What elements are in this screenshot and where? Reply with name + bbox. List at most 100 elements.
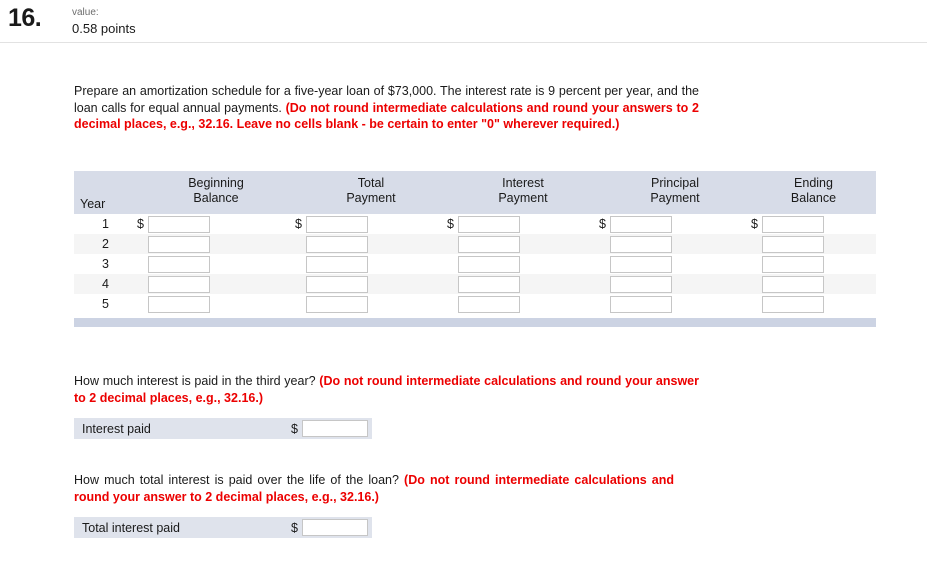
year-cell: 5 xyxy=(102,297,109,311)
value-label: value: xyxy=(72,7,99,18)
interest-paid-label: Interest paid xyxy=(82,421,151,436)
amount-cell: $ xyxy=(447,214,599,234)
amount-input[interactable] xyxy=(761,235,824,253)
amount-cell: $ xyxy=(295,234,447,254)
total-interest-paid-currency-symbol: $ xyxy=(291,520,298,535)
amount-input[interactable] xyxy=(609,235,672,253)
total-interest-paid-input[interactable] xyxy=(302,519,368,536)
amount-input[interactable] xyxy=(457,235,520,253)
amount-cell: $ xyxy=(447,294,599,314)
main-prompt: Prepare an amortization schedule for a f… xyxy=(74,83,699,133)
amount-cell: $ xyxy=(599,254,751,274)
column-header-interest-payment-line1: Interest xyxy=(502,176,544,190)
currency-symbol: $ xyxy=(295,217,302,231)
amount-cell: $ xyxy=(137,274,295,294)
amount-input[interactable] xyxy=(147,295,210,313)
amount-cell: $ xyxy=(447,234,599,254)
column-header-principal-payment: Principal Payment xyxy=(599,171,751,214)
amount-cell: $ xyxy=(751,274,876,294)
amount-cell: $ xyxy=(751,234,876,254)
table-row: 2$$$$$ xyxy=(74,234,876,254)
question-header: 16. value: 0.58 points xyxy=(0,0,927,43)
total-interest-paid-answer-row: Total interest paid $ xyxy=(74,517,372,538)
amount-cell: $ xyxy=(447,274,599,294)
amount-input[interactable] xyxy=(609,295,672,313)
amount-input[interactable] xyxy=(609,255,672,273)
interest-paid-input[interactable] xyxy=(302,420,368,437)
table-row: 4$$$$$ xyxy=(74,274,876,294)
question-number: 16. xyxy=(8,4,42,32)
points-value: 0.58 points xyxy=(72,20,136,36)
amount-input[interactable] xyxy=(147,255,210,273)
amount-cell: $ xyxy=(137,294,295,314)
amount-cell: $ xyxy=(599,274,751,294)
amount-cell: $ xyxy=(751,254,876,274)
amount-input[interactable] xyxy=(147,215,210,233)
table-row: 5$$$$$ xyxy=(74,294,876,314)
table-row: 3$$$$$ xyxy=(74,254,876,274)
amount-input[interactable] xyxy=(305,235,368,253)
amount-cell: $ xyxy=(599,234,751,254)
column-header-principal-payment-line1: Principal xyxy=(651,176,699,190)
amount-input[interactable] xyxy=(761,275,824,293)
currency-symbol: $ xyxy=(137,217,144,231)
column-header-beginning-balance: Beginning Balance xyxy=(137,171,295,214)
amount-input[interactable] xyxy=(609,275,672,293)
table-body: 1$$$$$2$$$$$3$$$$$4$$$$$5$$$$$ xyxy=(74,214,876,314)
table-row: 1 $ $ $ $ $ xyxy=(74,214,876,234)
currency-symbol: $ xyxy=(447,217,454,231)
column-header-ending-balance-line2: Balance xyxy=(790,191,837,205)
amount-input[interactable] xyxy=(457,215,520,233)
column-header-principal-payment-line2: Payment xyxy=(650,191,700,205)
amount-cell: $ xyxy=(137,234,295,254)
amount-input[interactable] xyxy=(761,255,824,273)
amount-cell: $ xyxy=(295,254,447,274)
column-header-beginning-balance-line2: Balance xyxy=(193,191,239,205)
question-two-prompt: How much interest is paid in the third y… xyxy=(74,373,699,406)
amount-cell: $ xyxy=(295,294,447,314)
amount-cell: $ xyxy=(295,274,447,294)
amount-cell: $ xyxy=(137,254,295,274)
interest-paid-currency-symbol: $ xyxy=(291,421,298,436)
column-header-year: Year xyxy=(74,171,137,214)
year-cell: 4 xyxy=(74,274,137,294)
column-header-interest-payment-line2: Payment xyxy=(498,191,548,205)
table-header-row: Year Beginning Balance Total Payment Int… xyxy=(74,171,876,214)
year-cell: 1 xyxy=(102,217,109,231)
amount-input[interactable] xyxy=(305,255,368,273)
amount-input[interactable] xyxy=(457,275,520,293)
amount-input[interactable] xyxy=(761,295,824,313)
column-header-total-payment-line2: Payment xyxy=(346,191,396,205)
question-three-prompt: How much total interest is paid over the… xyxy=(74,472,674,505)
column-header-beginning-balance-line1: Beginning xyxy=(188,176,244,190)
amount-input[interactable] xyxy=(457,295,520,313)
column-header-total-payment-line1: Total xyxy=(357,176,385,190)
column-header-ending-balance-line1: Ending xyxy=(794,176,833,190)
question-two-text: How much interest is paid in the third y… xyxy=(74,374,320,388)
amount-input[interactable] xyxy=(305,295,368,313)
amortization-schedule-table: Year Beginning Balance Total Payment Int… xyxy=(74,171,876,314)
amount-cell: $ xyxy=(447,254,599,274)
amount-input[interactable] xyxy=(305,275,368,293)
column-header-year-line1: Year xyxy=(80,197,106,211)
total-interest-paid-label: Total interest paid xyxy=(82,520,180,535)
amount-input[interactable] xyxy=(609,215,672,233)
interest-paid-answer-row: Interest paid $ xyxy=(74,418,372,439)
amount-input[interactable] xyxy=(147,275,210,293)
amount-cell: $ xyxy=(751,294,876,314)
amount-cell: $ xyxy=(137,214,295,234)
table-footer-bar xyxy=(74,318,876,327)
question-value-block: value: 0.58 points xyxy=(72,7,136,37)
amount-input[interactable] xyxy=(457,255,520,273)
amount-input[interactable] xyxy=(147,235,210,253)
amount-cell: $ xyxy=(599,214,751,234)
question-three-text: How much total interest is paid over the… xyxy=(74,473,405,487)
amount-cell: $ xyxy=(295,214,447,234)
column-header-ending-balance: Ending Balance xyxy=(751,171,876,214)
amount-input[interactable] xyxy=(761,215,824,233)
year-cell: 3 xyxy=(102,257,109,271)
currency-symbol: $ xyxy=(599,217,606,231)
column-header-total-payment: Total Payment xyxy=(295,171,447,214)
amount-cell: $ xyxy=(751,214,876,234)
amount-input[interactable] xyxy=(305,215,368,233)
